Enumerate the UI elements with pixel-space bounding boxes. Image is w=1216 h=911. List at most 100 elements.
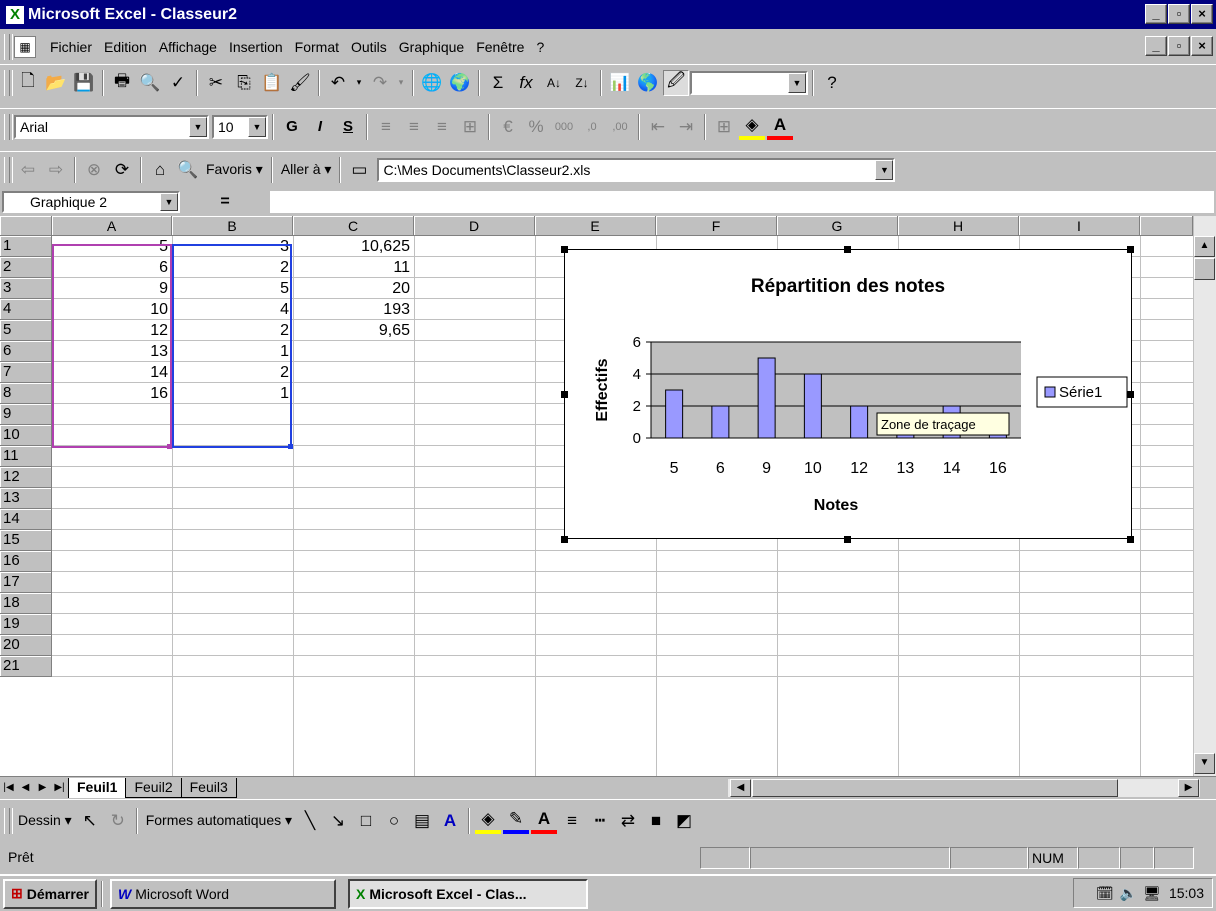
column-header-g[interactable]: G xyxy=(777,216,898,236)
print-icon[interactable]: 🖶 xyxy=(109,70,135,96)
line-color-icon[interactable]: ✎ xyxy=(503,808,530,834)
font-color-icon[interactable]: A xyxy=(767,114,793,140)
row-header-9[interactable]: 9 xyxy=(0,404,52,425)
chart-wizard-icon[interactable]: 📊 xyxy=(607,70,633,96)
copy-icon[interactable]: ⎘ xyxy=(231,70,257,96)
row-header-2[interactable]: 2 xyxy=(0,257,52,278)
new-document-icon[interactable]: 🗋 xyxy=(15,70,41,96)
tab-feuil1[interactable]: Feuil1 xyxy=(68,777,126,798)
row-header-21[interactable]: 21 xyxy=(0,656,52,677)
row-header-18[interactable]: 18 xyxy=(0,593,52,614)
name-box[interactable]: Graphique 2 ▼ xyxy=(2,191,180,213)
chart-object[interactable]: Répartition des notes 0 2 4 6 5 6 9 10 12 13 14 16 No… xyxy=(564,249,1132,539)
align-center-icon[interactable]: ≡ xyxy=(401,114,427,140)
address-combo[interactable]: C:\Mes Documents\Classeur2.xls ▼ xyxy=(377,157,896,182)
doc-close-button[interactable]: × xyxy=(1191,36,1213,56)
row-header-3[interactable]: 3 xyxy=(0,278,52,299)
merge-center-icon[interactable]: ⊞ xyxy=(457,114,483,140)
row-header-14[interactable]: 14 xyxy=(0,509,52,530)
show-only-web-toolbar-icon[interactable]: ▭ xyxy=(346,157,372,183)
scroll-left-icon[interactable]: ◀ xyxy=(730,779,751,797)
tray-scheduler-icon[interactable]: 🗓 xyxy=(1096,885,1114,902)
office-assistant-icon[interactable]: ? xyxy=(819,70,845,96)
arrow-style-icon[interactable]: ⇄ xyxy=(615,808,641,834)
row-header-15[interactable]: 15 xyxy=(0,530,52,551)
chart-resize-handle[interactable] xyxy=(561,536,568,543)
cell-c2[interactable]: 11 xyxy=(293,257,414,278)
menu-help[interactable]: ? xyxy=(530,39,550,55)
fill-color-icon[interactable]: ◈ xyxy=(475,808,502,834)
search-web-icon[interactable]: 🔍 xyxy=(175,157,201,183)
autoshapes-menu[interactable]: Formes automatiques ▾ xyxy=(142,812,296,829)
toolbar-grip[interactable] xyxy=(4,69,10,96)
cell-c3[interactable]: 20 xyxy=(293,278,414,299)
vertical-scrollbar[interactable]: ▲ ▼ xyxy=(1194,216,1216,776)
chart-resize-handle[interactable] xyxy=(844,246,851,253)
drawing-icon[interactable]: 🖉 xyxy=(663,69,689,96)
tab-feuil2[interactable]: Feuil2 xyxy=(125,777,181,798)
bold-button[interactable]: G xyxy=(279,114,305,140)
document-icon[interactable]: ▦ xyxy=(14,35,36,58)
autosum-icon[interactable]: Σ xyxy=(485,70,511,96)
aller-a-button[interactable]: Aller à ▾ xyxy=(277,161,336,178)
menu-affichage[interactable]: Affichage xyxy=(153,39,223,55)
row-header-16[interactable]: 16 xyxy=(0,551,52,572)
row-header-13[interactable]: 13 xyxy=(0,488,52,509)
row-header-7[interactable]: 7 xyxy=(0,362,52,383)
favoris-button[interactable]: Favoris ▾ xyxy=(202,161,267,178)
horizontal-scroll-thumb[interactable] xyxy=(752,779,1118,797)
chart-resize-handle[interactable] xyxy=(561,391,568,398)
select-pointer-icon[interactable]: ↖ xyxy=(77,808,103,834)
stop-icon[interactable]: ⊗ xyxy=(81,157,107,183)
percent-icon[interactable]: % xyxy=(523,114,549,140)
edit-formula-button[interactable]: = xyxy=(180,193,270,211)
minimize-button[interactable]: _ xyxy=(1145,4,1167,24)
underline-button[interactable]: S xyxy=(335,114,361,140)
row-header-5[interactable]: 5 xyxy=(0,320,52,341)
paste-icon[interactable]: 📋 xyxy=(259,70,285,96)
menu-insertion[interactable]: Insertion xyxy=(223,39,289,55)
shadow-icon[interactable]: ■ xyxy=(643,808,669,834)
formula-input[interactable] xyxy=(270,191,1214,213)
increase-decimal-icon[interactable]: ,0 xyxy=(579,114,605,140)
menu-graphique[interactable]: Graphique xyxy=(393,39,470,55)
fill-color-icon[interactable]: ◈ xyxy=(739,114,765,140)
sort-descending-icon[interactable]: Z↓ xyxy=(569,70,595,96)
rotate-icon[interactable]: ↻ xyxy=(105,808,131,834)
range-handle-a[interactable] xyxy=(167,444,172,449)
back-arrow-icon[interactable]: ⇦ xyxy=(15,157,41,183)
font-size-combo[interactable]: 10 ▼ xyxy=(212,114,268,139)
zoom-combo[interactable]: ▼ xyxy=(690,70,808,95)
map-icon[interactable]: 🌎 xyxy=(635,70,661,96)
toolbar-grip[interactable] xyxy=(4,113,10,140)
font-combo[interactable]: Arial ▼ xyxy=(14,114,209,139)
scroll-thumb[interactable] xyxy=(1194,258,1215,280)
refresh-icon[interactable]: ⟳ xyxy=(109,157,135,183)
column-header-f[interactable]: F xyxy=(656,216,777,236)
menubar-grip[interactable] xyxy=(4,33,10,60)
chevron-down-icon[interactable]: ▼ xyxy=(160,193,178,211)
line-style-icon[interactable]: ≡ xyxy=(559,808,585,834)
maximize-button[interactable]: ▫ xyxy=(1168,4,1190,24)
prev-sheet-icon[interactable]: ◀ xyxy=(17,779,34,797)
hyperlink-icon[interactable]: 🌐 xyxy=(419,70,445,96)
row-header-20[interactable]: 20 xyxy=(0,635,52,656)
volume-icon[interactable]: 🔈 xyxy=(1120,885,1137,902)
row-header-12[interactable]: 12 xyxy=(0,467,52,488)
chart-resize-handle[interactable] xyxy=(844,536,851,543)
align-right-icon[interactable]: ≡ xyxy=(429,114,455,140)
function-icon[interactable]: fx xyxy=(513,70,539,96)
tray-display-icon[interactable]: 🖥 xyxy=(1143,885,1161,902)
chart-resize-handle[interactable] xyxy=(561,246,568,253)
column-header-i[interactable]: I xyxy=(1019,216,1140,236)
chevron-down-icon[interactable]: ▼ xyxy=(189,116,207,137)
rectangle-icon[interactable]: □ xyxy=(353,808,379,834)
next-sheet-icon[interactable]: ▶ xyxy=(34,779,51,797)
oval-icon[interactable]: ○ xyxy=(381,808,407,834)
open-folder-icon[interactable]: 📂 xyxy=(43,70,69,96)
arrow-icon[interactable]: ↘ xyxy=(325,808,351,834)
column-header-e[interactable]: E xyxy=(535,216,656,236)
home-icon[interactable]: ⌂ xyxy=(147,157,173,183)
column-header-j[interactable] xyxy=(1140,216,1193,236)
cell-c1[interactable]: 10,625 xyxy=(293,236,414,257)
